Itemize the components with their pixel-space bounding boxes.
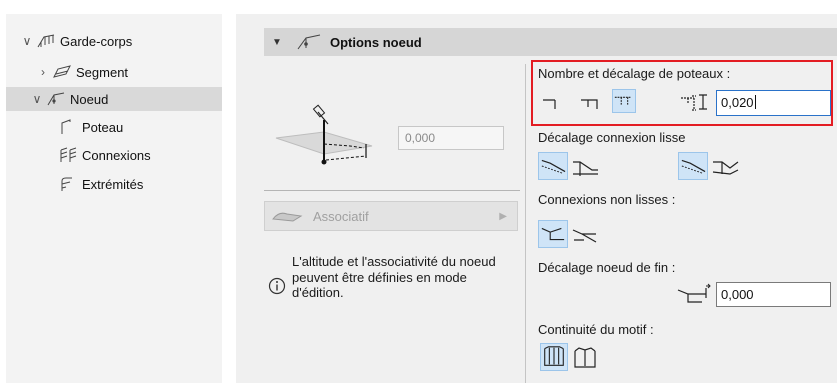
multiple-posts-button[interactable]	[612, 89, 636, 113]
offset-post-icon	[581, 99, 598, 109]
associatif-label: Associatif	[313, 208, 369, 224]
offset-post-button[interactable]	[578, 90, 602, 114]
tree-panel: ∨ Garde-corps › Segment ∨ Noeud Poteau C…	[6, 14, 222, 383]
tree-item-label: Connexions	[82, 147, 151, 163]
smooth-connection-icon	[541, 159, 566, 174]
pattern-continuous-icon	[544, 346, 564, 366]
panel-title: Options noeud	[330, 34, 422, 50]
tree-item-label: Noeud	[70, 91, 109, 107]
column-divider	[525, 64, 526, 383]
tree-item-poteau[interactable]: Poteau	[56, 115, 123, 139]
non-smooth-label: Connexions non lisses :	[538, 192, 676, 207]
collapse-triangle-icon[interactable]: ▼	[272, 37, 286, 48]
connections-icon	[60, 147, 77, 162]
tree-item-connexions[interactable]: Connexions	[56, 143, 151, 167]
post-offset-icon	[681, 94, 707, 111]
railing-icon	[37, 34, 55, 48]
post-count-label: Nombre et décalage de poteaux :	[538, 66, 731, 81]
smooth-connection-label: Décalage connexion lisse	[538, 130, 686, 145]
node-icon	[297, 34, 321, 50]
pattern-continuous-button[interactable]	[540, 343, 568, 371]
tree-item-label: Poteau	[82, 119, 124, 135]
non-smooth-button-1[interactable]	[538, 220, 568, 248]
post-offset-input[interactable]: 0,020	[716, 90, 831, 116]
tree-item-segment[interactable]: › Segment	[36, 60, 128, 84]
node-icon	[47, 92, 65, 106]
tree-item-noeud[interactable]: ∨ Noeud	[6, 87, 222, 111]
segment-icon	[53, 65, 71, 78]
smooth-offset-button-1[interactable]	[538, 152, 568, 180]
chevron-down-icon[interactable]: ∨	[30, 92, 44, 106]
tree-item-extremites[interactable]: Extrémités	[56, 172, 143, 196]
end-node-offset-input[interactable]: 0,000	[716, 282, 831, 307]
pattern-continuity-label: Continuité du motif :	[538, 322, 654, 337]
tree-item-label: Extrémités	[82, 176, 144, 192]
single-post-icon	[543, 99, 556, 109]
tree-item-garde-corps[interactable]: ∨ Garde-corps	[20, 29, 133, 53]
associatif-dropdown: Associatif ▶	[264, 201, 518, 231]
pattern-restart-icon	[574, 347, 596, 368]
non-smooth-connection-icon	[541, 227, 565, 241]
associative-icon	[272, 212, 303, 222]
post-offset-value: 0,020	[721, 95, 754, 110]
end-node-offset-icon	[677, 283, 711, 303]
triangle-right-icon: ▶	[499, 211, 507, 222]
panel-header[interactable]: ▼ Options noeud	[264, 28, 837, 56]
tree-item-label: Segment	[76, 64, 129, 80]
multiple-posts-icon	[614, 96, 632, 105]
info-text: L'altitude et l'associativité du noeud p…	[292, 254, 496, 300]
smooth-connection-icon	[681, 159, 706, 174]
info-icon	[268, 277, 286, 295]
smooth-offset-button-2[interactable]	[678, 152, 708, 180]
divider	[264, 190, 520, 191]
text-caret	[754, 95, 756, 109]
single-post-button[interactable]	[540, 90, 564, 114]
node-illustration	[275, 104, 373, 165]
end-node-offset-label: Décalage noeud de fin :	[538, 260, 676, 275]
chevron-right-icon[interactable]: ›	[36, 65, 50, 79]
endings-icon	[61, 177, 72, 191]
chevron-down-icon[interactable]: ∨	[20, 34, 34, 48]
non-smooth-connection-alt-icon	[572, 229, 597, 243]
smooth-connection-alt-icon	[573, 161, 598, 176]
tree-item-label: Garde-corps	[60, 33, 133, 49]
post-icon	[61, 119, 71, 134]
smooth-connection-angled-icon	[712, 161, 739, 175]
altitude-field: 0,000	[398, 126, 504, 150]
